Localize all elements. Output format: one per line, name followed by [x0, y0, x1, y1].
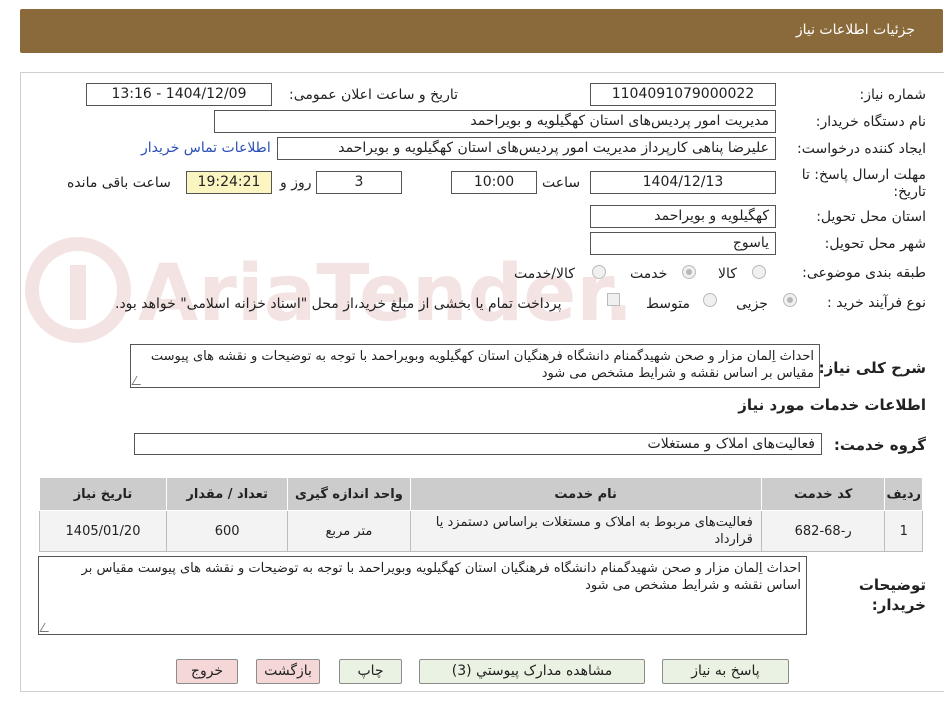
- services-table: ردیف کد خدمت نام خدمت واحد اندازه گیری ت…: [39, 477, 923, 552]
- exit-button[interactable]: خروج: [176, 659, 238, 684]
- city-label: شهر محل تحویل:: [824, 236, 926, 252]
- page-header: جزئیات اطلاعات نیاز: [20, 9, 943, 53]
- cell-service-code: ر-68-682: [760, 510, 886, 552]
- back-button[interactable]: بازگشت: [256, 659, 320, 684]
- deadline-date-field: 1404/12/13: [590, 171, 776, 194]
- cell-quantity: 600: [165, 510, 289, 552]
- cell-row: 1: [884, 510, 923, 552]
- need-number-label: شماره نیاز:: [859, 87, 927, 103]
- table-row: 1 ر-68-682 فعالیت‌های مربوط به املاک و م…: [39, 510, 923, 552]
- treasury-payment-checkbox[interactable]: [607, 293, 620, 306]
- deadline-time-field: 10:00: [451, 171, 537, 194]
- buyer-notes-label: توضیحات: [858, 576, 926, 594]
- col-row: ردیف: [884, 477, 923, 511]
- col-unit: واحد اندازه گیری: [287, 477, 411, 511]
- days-label: روز و: [280, 175, 312, 191]
- cell-unit: متر مربع: [287, 510, 411, 552]
- service-group-field: فعالیت‌های املاک و مستغلات: [134, 433, 822, 455]
- summary-text: احداث اِلمان مزار و صحن شهیدگمنام دانشگا…: [150, 349, 814, 381]
- category-goods-service-radio[interactable]: [592, 265, 606, 279]
- process-medium-radio[interactable]: [703, 293, 717, 307]
- resize-handle[interactable]: [39, 623, 54, 632]
- category-goods-service-label: کالا/خدمت: [514, 266, 575, 282]
- buyer-notes-text: احداث اِلمان مزار و صحن شهیدگمنام دانشگا…: [81, 561, 801, 593]
- cell-service-name: فعالیت‌های مربوط به املاک و مستغلات براس…: [409, 510, 762, 552]
- announce-date-field: 1404/12/09 - 13:16: [86, 83, 272, 106]
- deadline-label: مهلت ارسال پاسخ: تا: [801, 167, 926, 183]
- remaining-label: ساعت باقی مانده: [67, 175, 171, 191]
- service-group-label: گروه خدمت:: [833, 436, 926, 454]
- resize-handle[interactable]: [131, 376, 146, 385]
- province-label: استان محل تحویل:: [816, 209, 926, 225]
- col-need-date: تاریخ نیاز: [39, 477, 167, 511]
- summary-label: شرح کلی نیاز:: [818, 359, 926, 377]
- process-medium-label: متوسط: [646, 296, 690, 312]
- province-field: کهگیلویه و بویراحمد: [590, 205, 776, 228]
- need-number-field: 1104091079000022: [590, 83, 776, 106]
- treasury-payment-note: پرداخت تمام یا بخشی از مبلغ خرید،از محل …: [115, 296, 562, 312]
- time-remaining-field: 19:24:21: [186, 171, 272, 194]
- requester-field: علیرضا پناهی کارپرداز مدیریت امور پردیس‌…: [277, 137, 776, 160]
- category-label: طبقه بندی موضوعی:: [802, 265, 926, 281]
- category-goods-label: کالا: [718, 266, 737, 282]
- announce-label: تاریخ و ساعت اعلان عمومی:: [289, 87, 458, 103]
- buyer-org-label: نام دستگاه خریدار:: [815, 114, 926, 130]
- requester-label: ایجاد کننده درخواست:: [797, 141, 926, 157]
- reply-button[interactable]: پاسخ به نیاز: [662, 659, 789, 684]
- city-field: یاسوج: [590, 232, 776, 255]
- buyer-contact-link[interactable]: اطلاعات تماس خریدار: [141, 140, 271, 156]
- deadline-label-2: تاریخ:: [893, 184, 926, 200]
- col-quantity: تعداد / مقدار: [165, 477, 289, 511]
- process-minor-radio[interactable]: [783, 293, 797, 307]
- buyer-notes-textarea[interactable]: احداث اِلمان مزار و صحن شهیدگمنام دانشگا…: [38, 556, 807, 635]
- days-remaining-field: 3: [316, 171, 402, 194]
- category-goods-radio[interactable]: [752, 265, 766, 279]
- view-attachments-button[interactable]: مشاهده مدارک پیوستي (3): [419, 659, 645, 684]
- table-header-row: ردیف کد خدمت نام خدمت واحد اندازه گیری ت…: [39, 477, 923, 511]
- services-section-title: اطلاعات خدمات مورد نیاز: [738, 396, 926, 414]
- print-button[interactable]: چاپ: [339, 659, 402, 684]
- buyer-org-field: مدیریت امور پردیس‌های استان کهگیلویه و ب…: [214, 110, 776, 133]
- cell-need-date: 1405/01/20: [39, 510, 167, 552]
- process-label: نوع فرآیند خرید :: [827, 295, 926, 311]
- col-service-name: نام خدمت: [409, 477, 762, 511]
- page-title: جزئیات اطلاعات نیاز: [795, 22, 915, 38]
- deadline-time-label: ساعت: [542, 175, 581, 191]
- category-service-radio[interactable]: [682, 265, 696, 279]
- col-service-code: کد خدمت: [760, 477, 886, 511]
- category-service-label: خدمت: [630, 266, 668, 282]
- summary-textarea[interactable]: احداث اِلمان مزار و صحن شهیدگمنام دانشگا…: [130, 344, 820, 388]
- buyer-notes-label-2: خریدار:: [871, 596, 926, 614]
- process-minor-label: جزیی: [736, 296, 768, 312]
